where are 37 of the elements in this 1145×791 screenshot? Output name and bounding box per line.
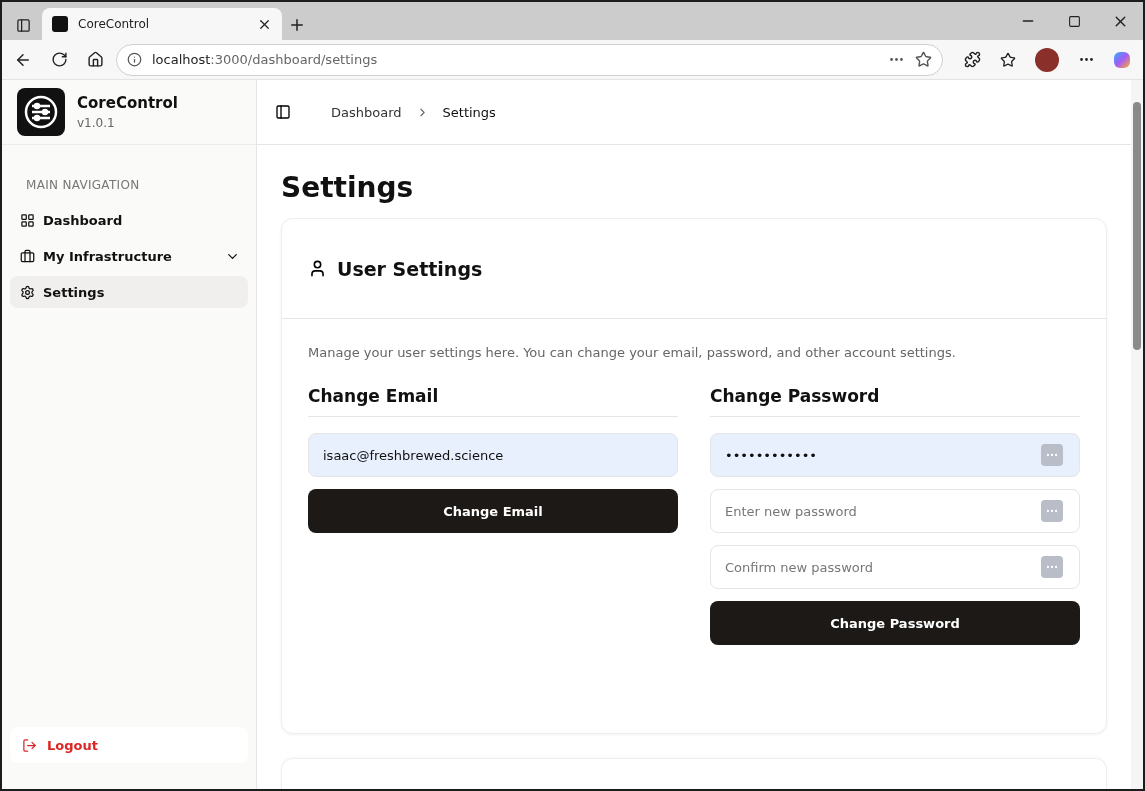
password-key-icon [1041,556,1063,578]
change-password-button[interactable]: Change Password [710,601,1080,645]
scrollbar[interactable] [1131,80,1143,789]
password-field[interactable]: Confirm new password [710,545,1080,589]
section-heading: Change Password [710,386,1080,417]
avatar[interactable] [1035,47,1059,72]
browser-tab[interactable]: CoreControl [42,8,282,40]
nav-item[interactable]: My Infrastructure [10,240,248,272]
logo-icon [17,88,65,136]
nav-item[interactable]: Dashboard [10,204,248,236]
favicon-icon [52,16,68,32]
password-field[interactable]: •••••••••••• [710,433,1080,477]
password-key-icon [1041,500,1063,522]
page-title: Settings [281,171,415,204]
briefcase-icon [20,248,35,264]
nav-item[interactable]: Settings [10,276,248,308]
star-icon[interactable] [915,51,932,68]
info-icon [127,52,142,67]
logout-button[interactable]: Logout [10,727,248,763]
email-field[interactable]: isaac@freshbrewed.science [308,433,678,477]
address-bar[interactable]: localhost:3000/dashboard/settings [116,43,943,76]
password-field[interactable]: Enter new password [710,489,1080,533]
logout-icon [22,737,37,753]
description-text: Manage your user settings here. You can change your email, password, and other account settings. [308,345,957,360]
change-email-button[interactable]: Change Email [308,489,678,533]
card-title: User Settings [337,257,483,280]
grid-icon [20,212,35,228]
breadcrumb-link[interactable]: Dashboard [331,104,402,120]
breadcrumb-link[interactable]: Settings [442,104,496,120]
section-heading: Change Email [308,386,678,417]
user-icon [308,259,327,278]
app-name: CoreControl [77,94,178,112]
version-label: v1.0.1 [77,116,116,130]
password-key-icon [1041,444,1063,466]
sidebar-toggle-icon[interactable] [275,104,291,120]
section-label: MAIN NAVIGATION [26,178,141,192]
settings-icon [20,284,35,300]
